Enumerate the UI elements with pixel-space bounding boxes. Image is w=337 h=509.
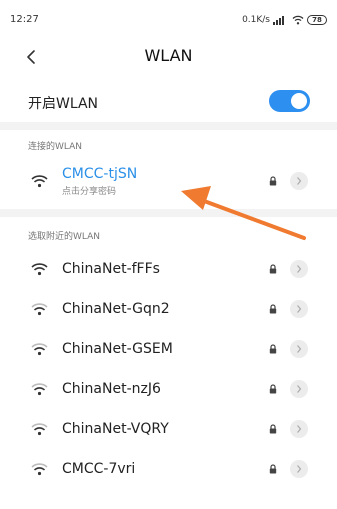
lock-icon (269, 424, 277, 434)
connected-network-subtitle: 点击分享密码 (62, 187, 117, 197)
connected-network-row[interactable]: CMCC-tjSN 点击分享密码 (0, 163, 337, 201)
wifi-icon (31, 463, 48, 476)
page-title: WLAN (144, 46, 193, 65)
status-indicators: 0.1K/s 78 (242, 13, 327, 27)
network-name: ChinaNet-nzJ6 (62, 381, 161, 397)
network-row[interactable]: ChinaNet-fFFs (0, 251, 337, 289)
chevron-right-icon (297, 265, 302, 273)
network-detail-button[interactable] (290, 300, 308, 318)
network-name: CMCC-7vri (62, 461, 136, 477)
network-row[interactable]: ChinaNet-GSEM (0, 331, 337, 369)
wifi-icon (31, 175, 48, 188)
network-detail-button[interactable] (290, 340, 308, 358)
network-detail-button[interactable] (290, 420, 308, 438)
wlan-toggle-label: 开启WLAN (28, 96, 99, 112)
status-bar: 12:27 0.1K/s 78 (0, 0, 337, 36)
lock-icon (269, 264, 277, 274)
network-row[interactable]: ChinaNet-Gqn2 (0, 291, 337, 329)
network-name: ChinaNet-fFFs (62, 261, 160, 277)
network-detail-button[interactable] (290, 172, 308, 190)
network-detail-button[interactable] (290, 380, 308, 398)
chevron-right-icon (297, 305, 302, 313)
lock-icon (269, 384, 277, 394)
chevron-right-icon (297, 465, 302, 473)
network-name: ChinaNet-VQRY (62, 421, 169, 437)
connected-section-header: 连接的WLAN (28, 142, 83, 152)
lock-icon (269, 344, 277, 354)
wifi-icon (31, 263, 48, 276)
lock-icon (269, 464, 277, 474)
network-name: ChinaNet-GSEM (62, 341, 173, 357)
cellular-signal-icon (273, 16, 284, 25)
lock-icon (269, 176, 277, 186)
chevron-right-icon (297, 345, 302, 353)
wifi-status-icon (292, 15, 304, 25)
chevron-right-icon (297, 425, 302, 433)
wlan-toggle-row[interactable]: 开启WLAN (0, 80, 337, 122)
chevron-right-icon (297, 385, 302, 393)
wifi-icon (31, 383, 48, 396)
section-divider (0, 122, 337, 130)
connected-network-name: CMCC-tjSN (62, 166, 138, 182)
lock-icon (269, 304, 277, 314)
section-divider (0, 209, 337, 217)
network-detail-button[interactable] (290, 260, 308, 278)
wifi-icon (31, 423, 48, 436)
toggle-knob (291, 93, 307, 109)
title-bar: WLAN (0, 36, 337, 78)
nearby-section-header: 选取附近的WLAN (28, 232, 101, 242)
wifi-icon (31, 343, 48, 356)
network-row[interactable]: ChinaNet-VQRY (0, 411, 337, 449)
status-time: 12:27 (10, 14, 39, 25)
battery-icon: 78 (307, 15, 327, 25)
network-speed: 0.1K/s (242, 15, 270, 25)
network-detail-button[interactable] (290, 460, 308, 478)
wifi-icon (31, 303, 48, 316)
network-row[interactable]: ChinaNet-nzJ6 (0, 371, 337, 409)
network-row[interactable]: CMCC-7vri (0, 451, 337, 489)
wlan-toggle-switch[interactable] (269, 90, 310, 112)
network-name: ChinaNet-Gqn2 (62, 301, 170, 317)
chevron-right-icon (297, 177, 302, 185)
